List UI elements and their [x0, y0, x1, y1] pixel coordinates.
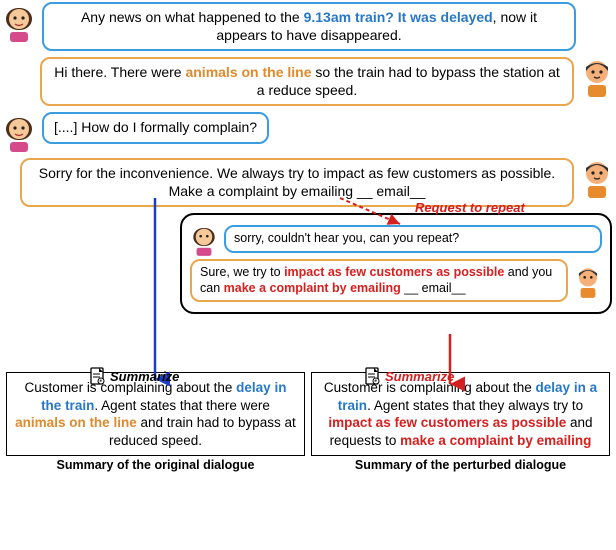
caption-row: Summary of the original dialogue Summary…	[6, 458, 610, 472]
p2a: Sure, we try to	[200, 265, 284, 279]
turn3-text: [....] How do I formally complain?	[54, 119, 257, 135]
user-avatar	[2, 112, 36, 152]
turn2-highlight: animals on the line	[185, 64, 311, 80]
p2d: make a complaint by emailing	[224, 281, 401, 295]
p2e: __ email__	[401, 281, 466, 295]
user-avatar-small	[190, 223, 218, 255]
sl3: . Agent states that there were	[94, 398, 270, 413]
turn1-text-a: Any news on what happened to the	[81, 9, 304, 25]
turn1-highlight: 9.13am train? It was delayed	[304, 9, 493, 25]
sr3: . Agent states that they always try to	[367, 398, 583, 413]
perturbation-box: sorry, couldn't hear you, can you repeat…	[180, 213, 612, 314]
sl4: animals on the line	[15, 415, 137, 430]
caption-right: Summary of the perturbed dialogue	[311, 458, 610, 472]
sr6: make a complaint by emailing	[400, 433, 591, 448]
agent-avatar	[580, 57, 614, 97]
summarize-label-left: Summarize	[90, 367, 179, 385]
perturb-agent-bubble: Sure, we try to impact as few customers …	[190, 259, 568, 302]
summarize-text-left: Summarize	[110, 369, 179, 384]
perturb-turn-2: Sure, we try to impact as few customers …	[190, 259, 602, 302]
summarize-text-right: Summarize	[385, 369, 454, 384]
user-avatar	[2, 2, 36, 42]
agent-bubble-1: Hi there. There were animals on the line…	[40, 57, 574, 106]
summary-perturbed: Customer is complaining about the delay …	[311, 372, 610, 456]
request-repeat-label: Request to repeat	[415, 200, 525, 215]
original-arrow	[140, 194, 170, 394]
dialogue-turn-3: [....] How do I formally complain?	[0, 112, 616, 152]
dialogue-turn-1: Any news on what happened to the 9.13am …	[0, 2, 616, 51]
p2b: impact as few customers as possible	[284, 265, 504, 279]
dialogue-turn-2: Hi there. There were animals on the line…	[0, 57, 616, 106]
turn2-text-a: Hi there. There were	[54, 64, 185, 80]
perturb-user-bubble: sorry, couldn't hear you, can you repeat…	[224, 225, 602, 253]
user-bubble-1: Any news on what happened to the 9.13am …	[42, 2, 576, 51]
caption-left: Summary of the original dialogue	[6, 458, 305, 472]
turn4-text: Sorry for the inconvenience. We always t…	[39, 165, 555, 199]
document-icon	[90, 367, 106, 385]
agent-avatar	[580, 158, 614, 198]
document-icon	[365, 367, 381, 385]
agent-avatar-small	[574, 265, 602, 297]
perturb-p1: sorry, couldn't hear you, can you repeat…	[234, 231, 459, 245]
sr4: impact as few customers as possible	[328, 415, 566, 430]
user-bubble-2: [....] How do I formally complain?	[42, 112, 269, 144]
summarize-label-right: Summarize	[365, 367, 454, 385]
perturb-turn-1: sorry, couldn't hear you, can you repeat…	[190, 223, 602, 255]
sl5: and train had to bypass at reduced speed…	[109, 415, 296, 448]
